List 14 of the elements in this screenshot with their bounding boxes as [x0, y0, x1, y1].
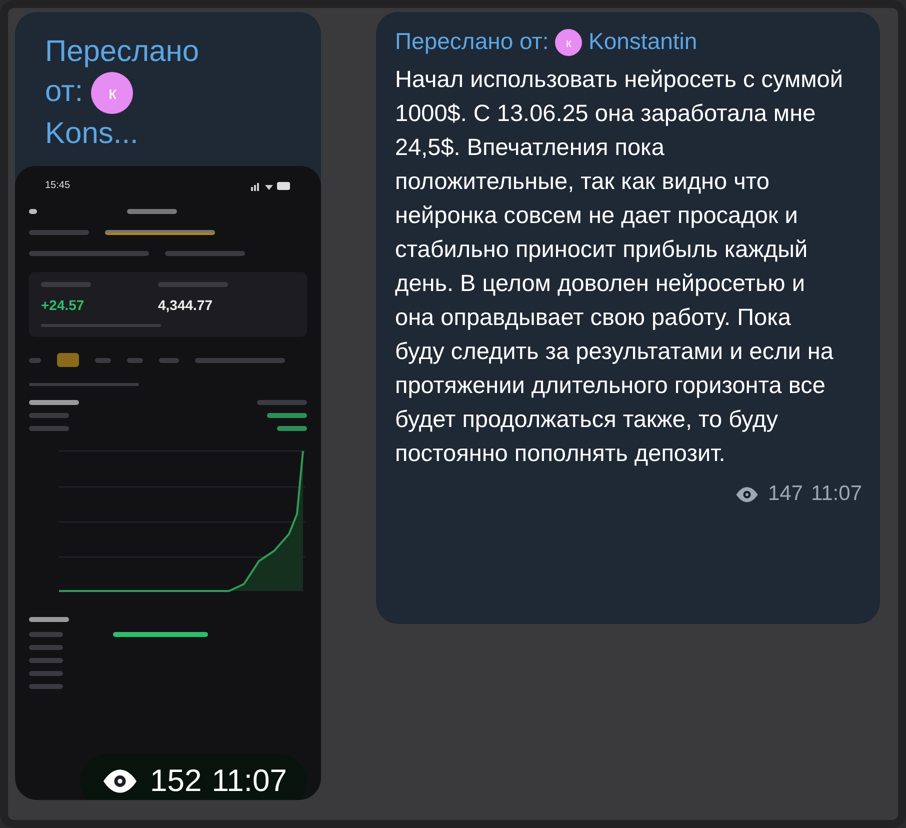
view-count: 152: [150, 762, 202, 800]
forwarded-from-label: Переслано от: к Kons...: [44, 34, 200, 152]
status-time: 15:45: [45, 179, 70, 194]
status-icons: [251, 180, 291, 191]
avatar: к: [555, 29, 582, 56]
avatar: к: [91, 72, 134, 114]
message-time: 11:07: [811, 481, 862, 508]
eye-icon: [734, 486, 760, 503]
view-count: 147: [768, 481, 803, 508]
volume-value: 4,344.77: [158, 296, 214, 316]
message-text: Начал использовать нейросеть с суммой 1000$. С 13.06.25 она заработала мне 24,5$. Впечатления пока положительные, так как видно что нейронка совсем не дает просадок и стабильно приносит прибыль каждый день. В целом доволен нейросетью и она оправдывает свою работу. Пока буду следить за результатами и если на протяжении длительного горизонта все будет продолжаться также, то буду постоянно пополнять депозит.: [395, 65, 843, 468]
pnl-value: +24.57: [41, 296, 86, 316]
forwarded-from-label: Переслано от: к Konstantin: [395, 26, 862, 56]
message-time: 11:07: [212, 762, 288, 800]
